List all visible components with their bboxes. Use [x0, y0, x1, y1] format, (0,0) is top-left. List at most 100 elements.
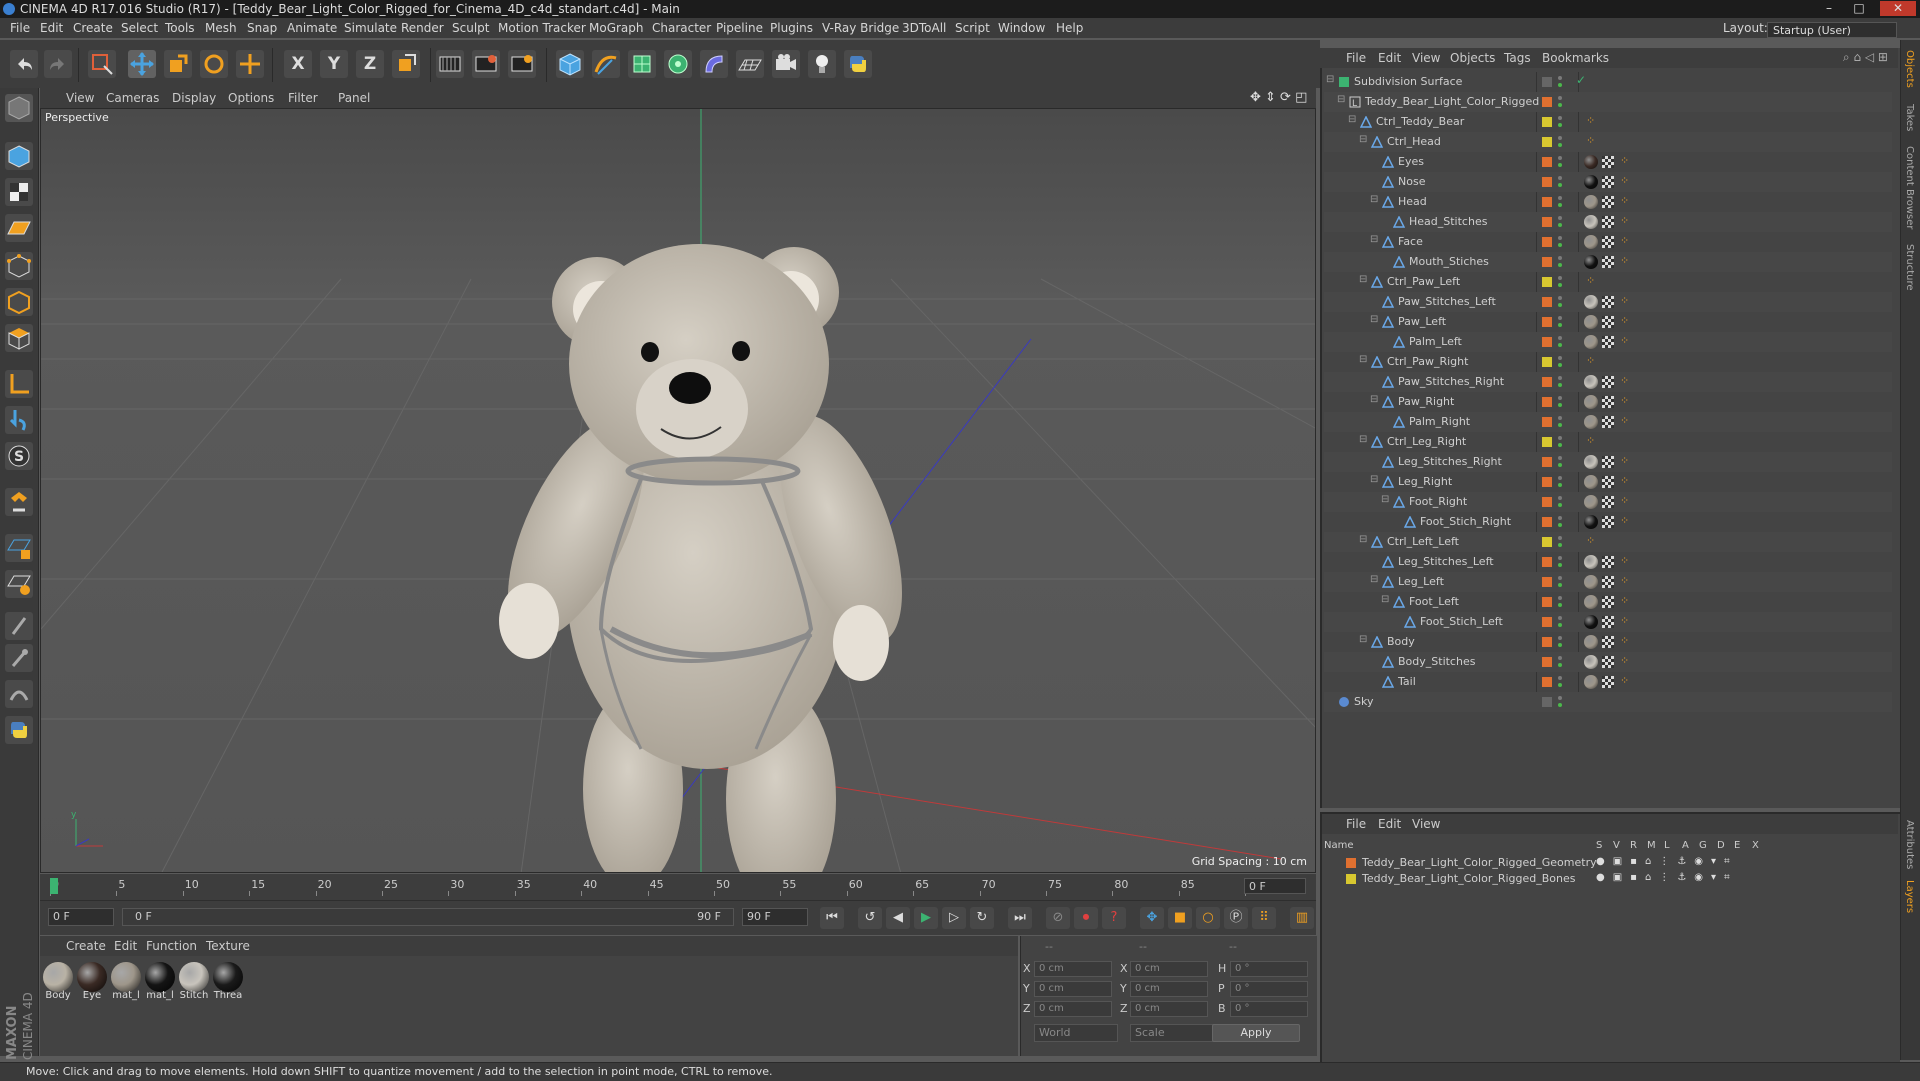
render-visibility-dot[interactable] — [1558, 103, 1562, 107]
weight-tag-icon[interactable]: ⁘ — [1620, 194, 1629, 207]
layer-color-swatch[interactable] — [1542, 497, 1552, 507]
render-visibility-dot[interactable] — [1558, 563, 1562, 567]
render-visibility-dot[interactable] — [1558, 123, 1562, 127]
menu-mograph[interactable]: MoGraph — [589, 21, 644, 35]
menu-simulate[interactable]: Simulate — [344, 21, 397, 35]
layer-color-swatch[interactable] — [1542, 397, 1552, 407]
object-row[interactable]: ⊟ Leg_Left ⁘ — [1324, 572, 1892, 592]
editor-visibility-dot[interactable] — [1558, 156, 1562, 160]
object-menu-tags[interactable]: Tags — [1504, 51, 1531, 65]
live-selection-icon[interactable] — [88, 50, 116, 78]
expand-toggle-icon[interactable]: ⊟ — [1370, 194, 1378, 205]
editor-visibility-dot[interactable] — [1558, 216, 1562, 220]
deformer-icon[interactable] — [700, 50, 728, 78]
render-visibility-dot[interactable] — [1558, 223, 1562, 227]
expand-toggle-icon[interactable]: ⊟ — [1348, 114, 1356, 125]
layout-select[interactable]: Startup (User) — [1767, 22, 1897, 38]
expand-toggle-icon[interactable]: ⊟ — [1370, 314, 1378, 325]
scale-tool-icon[interactable] — [164, 50, 192, 78]
uvw-tag-icon[interactable] — [1602, 216, 1614, 228]
python-script-icon[interactable] — [5, 716, 33, 744]
start-frame-field[interactable]: 0 F — [48, 908, 114, 926]
expand-toggle-icon[interactable]: ⊟ — [1359, 134, 1367, 145]
minimize-button[interactable]: – — [1816, 1, 1842, 16]
object-row[interactable]: Mouth_Stiches ⁘ — [1324, 252, 1892, 272]
menu-plugins[interactable]: Plugins — [770, 21, 813, 35]
render-visibility-dot[interactable] — [1558, 583, 1562, 587]
weight-tag-icon[interactable]: ⁘ — [1620, 514, 1629, 527]
layer-color-swatch[interactable] — [1542, 437, 1552, 447]
weight-tag-icon[interactable]: ⁘ — [1620, 234, 1629, 247]
menu-animate[interactable]: Animate — [287, 21, 337, 35]
material-tag-icon[interactable] — [1584, 415, 1598, 429]
uvw-tag-icon[interactable] — [1602, 556, 1614, 568]
object-row[interactable]: Palm_Right ⁘ — [1324, 412, 1892, 432]
weight-tag-icon[interactable]: ⁘ — [1620, 154, 1629, 167]
maximize-button[interactable]: □ — [1846, 1, 1872, 16]
render-visibility-dot[interactable] — [1558, 503, 1562, 507]
layer-toggle-icons[interactable]: ●▣▪⌂⋮⚓◉▾⌗ — [1596, 856, 1738, 867]
coord-position-field[interactable]: 0 cm — [1034, 981, 1112, 997]
expand-toggle-icon[interactable]: ⊟ — [1359, 534, 1367, 545]
editor-visibility-dot[interactable] — [1558, 636, 1562, 640]
viewport-menu-cameras[interactable]: Cameras — [106, 91, 159, 105]
editor-visibility-dot[interactable] — [1558, 656, 1562, 660]
weight-tag-icon[interactable]: ⁘ — [1620, 314, 1629, 327]
material-swatch[interactable] — [145, 962, 175, 992]
object-row[interactable]: Head_Stitches ⁘ — [1324, 212, 1892, 232]
render-visibility-dot[interactable] — [1558, 303, 1562, 307]
coord-position-field[interactable]: 0 cm — [1034, 961, 1112, 977]
editor-visibility-dot[interactable] — [1558, 456, 1562, 460]
play-icon[interactable]: ▶ — [914, 907, 938, 929]
editor-visibility-dot[interactable] — [1558, 276, 1562, 280]
editor-visibility-dot[interactable] — [1558, 376, 1562, 380]
viewport-camera-label[interactable]: Perspective — [45, 111, 109, 124]
go-to-start-icon[interactable]: ⏮ — [820, 907, 844, 929]
object-row[interactable]: Nose ⁘ — [1324, 172, 1892, 192]
weight-tag-icon[interactable]: ⁘ — [1620, 674, 1629, 687]
coord-rotation-field[interactable]: 0 ° — [1230, 981, 1308, 997]
coord-size-field[interactable]: 0 cm — [1130, 961, 1208, 977]
material-tag-icon[interactable] — [1584, 455, 1598, 469]
object-row[interactable]: Eyes ⁘ — [1324, 152, 1892, 172]
x-axis-lock-button[interactable]: X — [284, 50, 312, 78]
layer-toggle-icons[interactable]: ●▣▪⌂⋮⚓◉▾⌗ — [1596, 872, 1738, 883]
layer-color-swatch[interactable] — [1542, 377, 1552, 387]
layer-color-swatch[interactable] — [1542, 557, 1552, 567]
editor-visibility-dot[interactable] — [1558, 616, 1562, 620]
material-tag-icon[interactable] — [1584, 675, 1598, 689]
editor-visibility-dot[interactable] — [1558, 196, 1562, 200]
material-menu-texture[interactable]: Texture — [206, 939, 250, 953]
viewport-menu-view[interactable]: View — [66, 91, 94, 105]
uvw-tag-icon[interactable] — [1602, 676, 1614, 688]
editor-visibility-dot[interactable] — [1558, 556, 1562, 560]
layer-color-swatch[interactable] — [1542, 77, 1552, 87]
menu-vray-bridge[interactable]: V-Ray Bridge — [822, 21, 899, 35]
z-axis-lock-button[interactable]: Z — [356, 50, 384, 78]
material-tag-icon[interactable] — [1584, 255, 1598, 269]
uvw-tag-icon[interactable] — [1602, 416, 1614, 428]
object-row[interactable]: ⊟ Body ⁘ — [1324, 632, 1892, 652]
sculpt-brush-icon[interactable] — [5, 612, 33, 640]
expand-toggle-icon[interactable]: ⊟ — [1359, 354, 1367, 365]
render-visibility-dot[interactable] — [1558, 703, 1562, 707]
menu-edit[interactable]: Edit — [40, 21, 63, 35]
layer-color-swatch[interactable] — [1542, 337, 1552, 347]
layer-color-swatch[interactable] — [1542, 217, 1552, 227]
weight-tag-icon[interactable]: ⁘ — [1620, 654, 1629, 667]
expand-toggle-icon[interactable]: ⊟ — [1370, 574, 1378, 585]
layer-color-swatch[interactable] — [1542, 537, 1552, 547]
layer-row[interactable]: Teddy_Bear_Light_Color_Rigged_Geometry ●▣… — [1324, 856, 1884, 871]
editor-visibility-dot[interactable] — [1558, 396, 1562, 400]
editor-visibility-dot[interactable] — [1558, 176, 1562, 180]
material-menu-function[interactable]: Function — [146, 939, 197, 953]
uvw-tag-icon[interactable] — [1602, 656, 1614, 668]
object-row[interactable]: ⊟ Ctrl_Paw_Left ⁘ — [1324, 272, 1892, 292]
render-visibility-dot[interactable] — [1558, 323, 1562, 327]
editor-visibility-dot[interactable] — [1558, 236, 1562, 240]
editor-visibility-dot[interactable] — [1558, 296, 1562, 300]
weight-tag-icon[interactable]: ⁘ — [1620, 374, 1629, 387]
object-row[interactable]: ⊟ Leg_Right ⁘ — [1324, 472, 1892, 492]
expand-toggle-icon[interactable]: ⊟ — [1326, 74, 1334, 85]
key-scale-icon[interactable]: ■ — [1168, 907, 1192, 929]
